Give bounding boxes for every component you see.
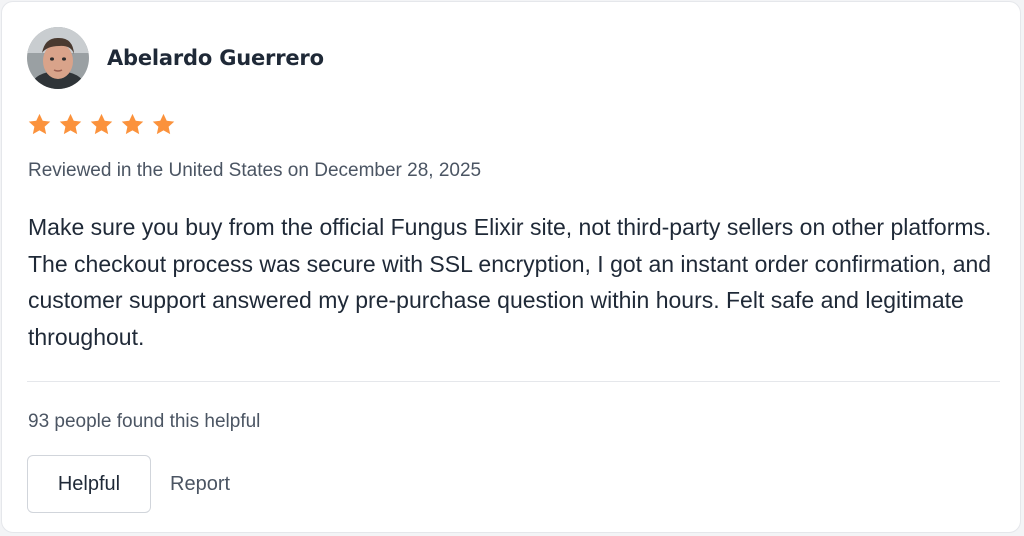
divider: [27, 381, 1000, 382]
star-rating: [27, 112, 176, 137]
avatar-image: [27, 27, 89, 89]
star-icon: [121, 113, 144, 135]
review-meta: Reviewed in the United States on Decembe…: [28, 160, 482, 181]
star-icon: [152, 113, 175, 135]
report-link[interactable]: Report: [170, 473, 230, 496]
review-body: Make sure you buy from the official Fung…: [28, 214, 992, 350]
reviewer-name: Abelardo Guerrero: [107, 46, 324, 70]
star-icon: [28, 113, 51, 135]
review-card: Abelardo Guerrero Reviewed in the United…: [1, 1, 1021, 533]
review-actions: Helpful Report: [27, 455, 230, 513]
star-icon: [90, 113, 113, 135]
star-icon: [59, 113, 82, 135]
avatar: [27, 27, 89, 89]
helpful-button[interactable]: Helpful: [27, 455, 151, 513]
helpful-count: 93 people found this helpful: [28, 411, 261, 432]
review-header: Abelardo Guerrero: [27, 27, 324, 89]
